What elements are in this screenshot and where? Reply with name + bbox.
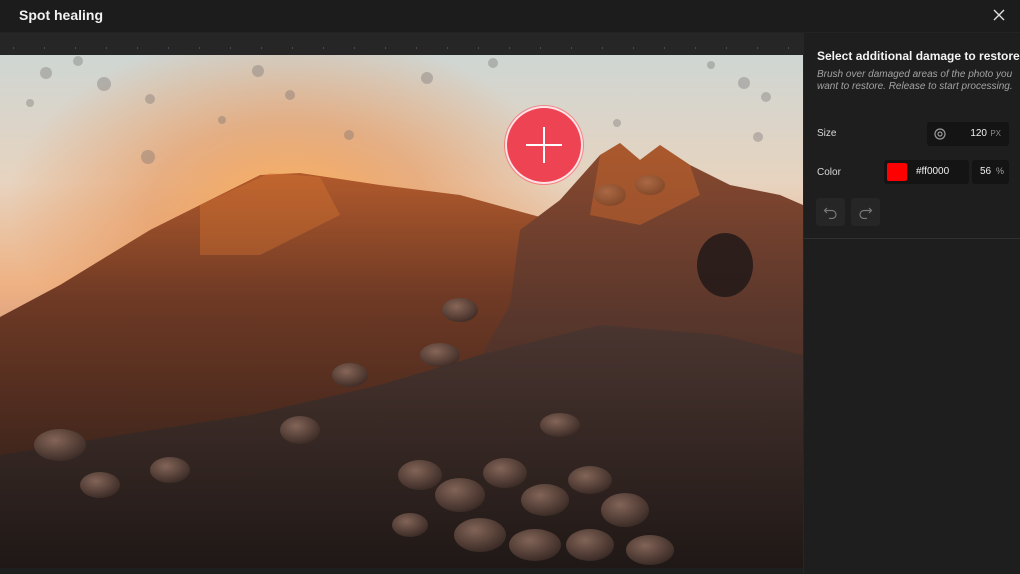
color-input[interactable]: #ff0000 <box>884 160 969 184</box>
dialog-header: Spot healing <box>0 0 1020 33</box>
canvas-area[interactable] <box>0 33 803 574</box>
target-icon <box>934 128 946 140</box>
panel-heading: Select additional damage to restore <box>817 49 1020 63</box>
spot-healing-dialog: Spot healing Select additional damage to… <box>0 0 1020 574</box>
opacity-input[interactable]: 56 % <box>972 160 1009 184</box>
settings-panel: Select additional damage to restore Brus… <box>803 33 1020 574</box>
brush-cursor <box>505 106 583 184</box>
dialog-title: Spot healing <box>19 7 103 23</box>
size-value: 120 <box>970 128 987 139</box>
redo-icon <box>859 207 873 219</box>
size-input[interactable]: 120 PX <box>927 122 1009 146</box>
close-icon[interactable] <box>991 7 1007 23</box>
undo-icon <box>823 207 837 219</box>
redo-button[interactable] <box>851 198 880 226</box>
panel-description: Brush over damaged areas of the photo yo… <box>817 69 1013 92</box>
size-unit: PX <box>990 129 1001 138</box>
opacity-unit: % <box>995 166 1004 176</box>
color-swatch[interactable] <box>887 163 907 181</box>
mountain-sunset-photo[interactable] <box>0 55 803 568</box>
color-hex-value: #ff0000 <box>916 166 950 177</box>
opacity-value: 56 <box>980 166 992 177</box>
size-label: Size <box>817 128 837 139</box>
undo-button[interactable] <box>816 198 845 226</box>
canvas-ruler <box>0 33 803 55</box>
color-label: Color <box>817 167 841 178</box>
canvas-bottom-strip <box>0 568 803 574</box>
panel-divider <box>804 238 1020 239</box>
